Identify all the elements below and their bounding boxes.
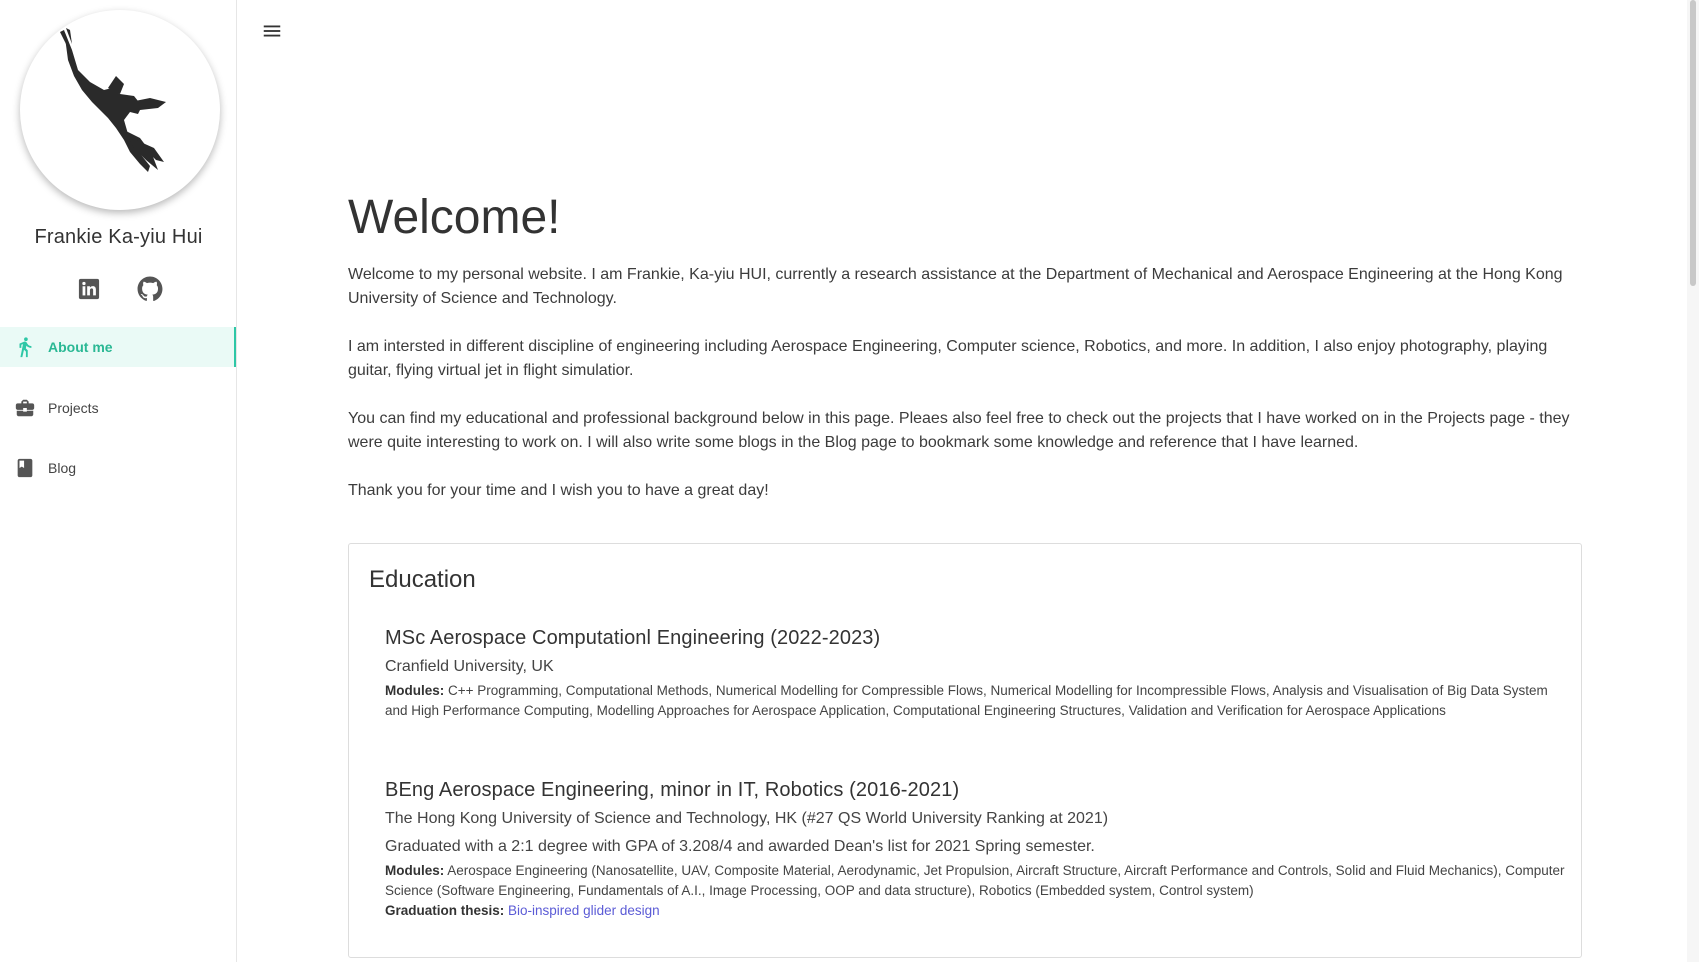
sidebar-item-label: Projects: [48, 400, 99, 416]
education-card: Education MSc Aerospace Computationl Eng…: [348, 543, 1582, 958]
sidebar-item-projects[interactable]: Projects: [0, 388, 236, 428]
intro-paragraph: Welcome to my personal website. I am Fra…: [348, 266, 1563, 307]
profile-name: Frankie Ka-yiu Hui: [34, 226, 203, 248]
background-paragraph: You can find my educational and professi…: [348, 410, 1570, 451]
closing-paragraph: Thank you for your time and I wish you t…: [348, 482, 769, 499]
avatar: [20, 10, 220, 210]
sidebar-item-blog[interactable]: Blog: [0, 448, 236, 488]
school-name: Cranfield University, UK: [385, 658, 554, 675]
book-icon: [17, 458, 33, 478]
interests-paragraph: I am intersted in different discipline o…: [348, 338, 1548, 379]
sidebar-item-label: Blog: [48, 460, 77, 476]
raven-photo: [60, 28, 166, 172]
degree-title: MSc Aerospace Computationl Engineering (…: [385, 627, 881, 649]
school-name: The Hong Kong University of Science and …: [385, 810, 1109, 827]
hamburger-menu-icon[interactable]: [261, 20, 283, 42]
modules-label: Modules:: [385, 863, 445, 878]
linkedin-icon[interactable]: [78, 278, 100, 300]
education-item-beng: BEng Aerospace Engineering, minor in IT,…: [385, 776, 1565, 921]
person-walking-icon: [19, 337, 32, 358]
thesis-text: Graduation thesis: Bio-inspired glider d…: [385, 901, 1565, 921]
modules-text: Modules: C++ Programming, Computational …: [385, 681, 1565, 721]
graduation-note: Graduated with a 2:1 degree with GPA of …: [385, 838, 1095, 855]
modules-text: Modules: Aerospace Engineering (Nanosate…: [385, 861, 1565, 901]
sidebar-item-about-me[interactable]: About me: [0, 327, 236, 367]
scrollbar-thumb[interactable]: [1690, 0, 1696, 286]
thesis-label: Graduation thesis:: [385, 903, 505, 918]
thesis-link[interactable]: Bio-inspired glider design: [508, 903, 660, 918]
education-item-msc: MSc Aerospace Computationl Engineering (…: [385, 624, 1565, 721]
briefcase-icon: [15, 399, 35, 417]
scrollbar[interactable]: [1687, 0, 1699, 962]
sidebar-item-label: About me: [48, 339, 113, 355]
modules-label: Modules:: [385, 683, 445, 698]
modules-list: C++ Programming, Computational Methods, …: [385, 683, 1548, 718]
page-title: Welcome!: [348, 191, 561, 244]
education-title: Education: [369, 566, 476, 593]
sidebar: Frankie Ka-yiu Hui About me Projects Blo…: [0, 0, 237, 962]
social-links: [0, 276, 237, 304]
degree-title: BEng Aerospace Engineering, minor in IT,…: [385, 779, 960, 801]
github-icon[interactable]: [137, 276, 163, 302]
modules-list: Aerospace Engineering (Nanosatellite, UA…: [385, 863, 1565, 898]
